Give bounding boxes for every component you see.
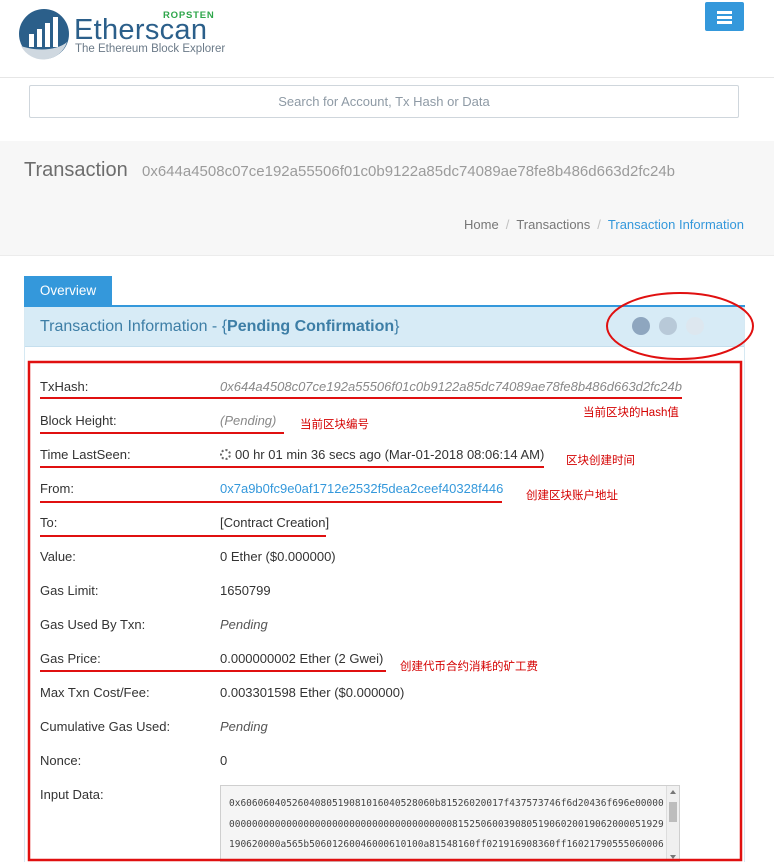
label-block-height: Block Height: (40, 413, 117, 428)
from-address-link[interactable]: 0x7a9b0fc9e0af1712e2532f5dea2ceef40328f4… (220, 481, 503, 496)
label-cumulative-gas: Cumulative Gas Used: (40, 719, 171, 734)
breadcrumb-transactions[interactable]: Transactions (516, 217, 590, 232)
annotation-line-block (40, 432, 284, 434)
site-header: Etherscan ROPSTEN The Ethereum Block Exp… (0, 0, 774, 78)
value-gas-price: 0.000000002 Ether (2 Gwei) (220, 651, 384, 666)
label-nonce: Nonce: (40, 753, 82, 768)
label-value: Value: (40, 549, 76, 564)
annotation-line-from (40, 501, 502, 503)
page-title: Transaction (24, 159, 128, 181)
value-time: 00 hr 01 min 36 secs ago (Mar-01-2018 08… (235, 447, 545, 462)
status-label: Pending Confirmation (227, 318, 395, 335)
value-to: [Contract Creation] (220, 515, 330, 530)
value-block-height: (Pending) (220, 413, 277, 428)
panel-title: Transaction Information - {Pending Confi… (40, 318, 400, 335)
row-value: Value: 0 Ether ($0.000000) (40, 549, 720, 569)
value-gas-used: Pending (220, 617, 268, 632)
row-nonce: Nonce: 0 (40, 753, 720, 773)
search-bar (0, 79, 774, 141)
menu-button[interactable] (705, 2, 744, 31)
annotation-from-note: 创建区块账户地址 (526, 490, 618, 502)
progress-dot-2 (659, 317, 677, 335)
page-header: Transaction 0x644a4508c07ce192a55506f01c… (0, 141, 774, 256)
row-max-fee: Max Txn Cost/Fee: 0.003301598 Ether ($0.… (40, 685, 720, 705)
scroll-up-icon[interactable] (670, 790, 676, 794)
label-gas-limit: Gas Limit: (40, 583, 99, 598)
row-from: From: 0x7a9b0fc9e0af1712e2532f5dea2ceef4… (40, 481, 720, 501)
row-to: To: [Contract Creation] (40, 515, 720, 535)
annotation-txhash-note: 当前区块的Hash值 (583, 407, 679, 419)
etherscan-logo-icon[interactable] (18, 8, 70, 60)
annotation-line-time (40, 466, 544, 468)
row-gas-price: Gas Price: 0.000000002 Ether (2 Gwei) (40, 651, 720, 671)
input-data-text: 0x6060604052604080519081016040528060b815… (229, 798, 664, 861)
label-gas-price: Gas Price: (40, 651, 101, 666)
network-badge: ROPSTEN (163, 10, 215, 21)
value-nonce: 0 (220, 753, 228, 768)
row-gas-used: Gas Used By Txn: Pending (40, 617, 720, 637)
annotation-block-note: 当前区块编号 (300, 419, 369, 431)
row-txhash: TxHash: 0x644a4508c07ce192a55506f01c0b91… (40, 379, 720, 399)
progress-dot-1 (632, 317, 650, 335)
hamburger-icon (717, 11, 732, 14)
label-gas-used: Gas Used By Txn: (40, 617, 146, 632)
value-cumulative-gas: Pending (220, 719, 268, 734)
row-cumulative-gas: Cumulative Gas Used: Pending (40, 719, 720, 739)
label-to: To: (40, 515, 58, 530)
brand-tagline: The Ethereum Block Explorer (75, 43, 226, 55)
tab-overview[interactable]: Overview (24, 276, 112, 306)
annotation-line-txhash-value (136, 397, 682, 399)
spinner-icon (220, 449, 231, 460)
scroll-thumb[interactable] (669, 802, 677, 822)
annotation-line-to (40, 535, 326, 537)
value-value: 0 Ether ($0.000000) (220, 549, 336, 564)
label-from: From: (40, 481, 74, 496)
breadcrumb-current: Transaction Information (607, 217, 744, 232)
search-input[interactable] (29, 85, 739, 118)
label-time: Time LastSeen: (40, 447, 131, 462)
breadcrumb: Home / Transactions / Transaction Informatio… (464, 217, 744, 232)
page-hash: 0x644a4508c07ce192a55506f01c0b9122a85dc7… (142, 163, 676, 180)
value-gas-limit: 1650799 (220, 583, 271, 598)
annotation-time-note: 区块创建时间 (566, 455, 635, 467)
row-gas-limit: Gas Limit: 1650799 (40, 583, 720, 603)
breadcrumb-home[interactable]: Home (464, 217, 499, 232)
panel-header: Transaction Information - {Pending Confi… (25, 307, 744, 347)
annotation-line-txhash (40, 397, 136, 399)
scroll-down-icon[interactable] (670, 855, 676, 859)
label-max-fee: Max Txn Cost/Fee: (40, 685, 150, 700)
input-data-scrollbar[interactable] (666, 786, 679, 861)
annotation-gas-note: 创建代币合约消耗的矿工费 (400, 661, 538, 673)
value-max-fee: 0.003301598 Ether ($0.000000) (220, 685, 405, 700)
input-data-textarea[interactable]: 0x6060604052604080519081016040528060b815… (220, 785, 680, 862)
value-txhash: 0x644a4508c07ce192a55506f01c0b9122a85dc7… (220, 379, 682, 394)
label-input-data: Input Data: (40, 787, 104, 802)
label-txhash: TxHash: (40, 379, 89, 394)
annotation-line-gas (40, 670, 386, 672)
progress-dot-3 (686, 317, 704, 335)
